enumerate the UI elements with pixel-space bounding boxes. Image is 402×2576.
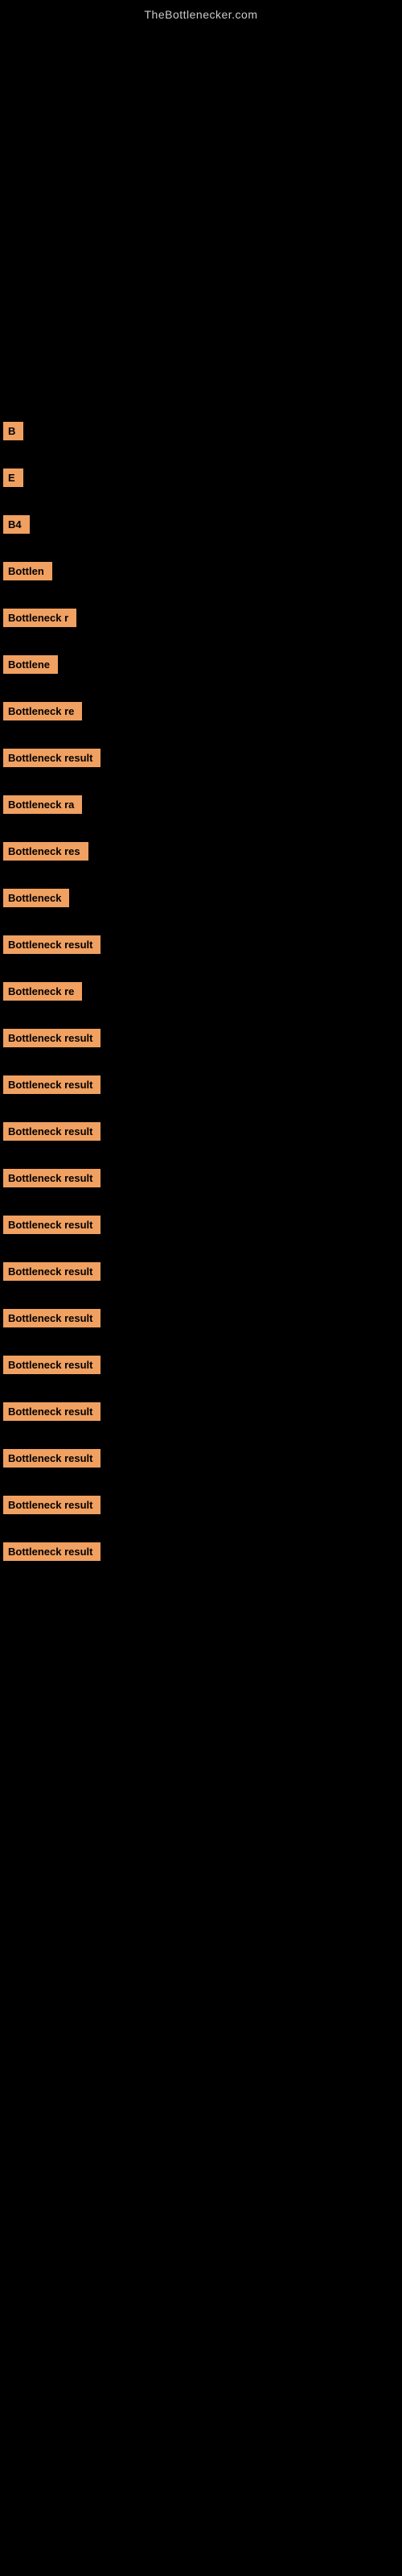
result-item-15: Bottleneck result xyxy=(0,1075,402,1100)
result-item-25: Bottleneck result xyxy=(0,1542,402,1567)
result-label-7: Bottleneck re xyxy=(3,702,82,720)
result-item-7: Bottleneck re xyxy=(0,702,402,726)
result-item-11: Bottleneck xyxy=(0,889,402,913)
result-label-5: Bottleneck r xyxy=(3,609,76,627)
result-label-20: Bottleneck result xyxy=(3,1309,100,1327)
result-item-18: Bottleneck result xyxy=(0,1216,402,1240)
site-title: TheBottlenecker.com xyxy=(0,0,402,27)
result-item-2: E xyxy=(0,469,402,493)
result-item-3: B4 xyxy=(0,515,402,539)
result-label-21: Bottleneck result xyxy=(3,1356,100,1374)
result-label-2: E xyxy=(3,469,23,487)
result-label-24: Bottleneck result xyxy=(3,1496,100,1514)
result-item-1: B xyxy=(0,422,402,446)
result-item-5: Bottleneck r xyxy=(0,609,402,633)
result-label-19: Bottleneck result xyxy=(3,1262,100,1281)
result-item-14: Bottleneck result xyxy=(0,1029,402,1053)
result-item-13: Bottleneck re xyxy=(0,982,402,1006)
top-black-area xyxy=(0,27,402,414)
result-item-4: Bottlen xyxy=(0,562,402,586)
result-label-23: Bottleneck result xyxy=(3,1449,100,1468)
result-label-22: Bottleneck result xyxy=(3,1402,100,1421)
result-label-25: Bottleneck result xyxy=(3,1542,100,1561)
result-item-9: Bottleneck ra xyxy=(0,795,402,819)
result-label-13: Bottleneck re xyxy=(3,982,82,1001)
result-label-8: Bottleneck result xyxy=(3,749,100,767)
result-label-9: Bottleneck ra xyxy=(3,795,82,814)
result-label-1: B xyxy=(3,422,23,440)
result-label-15: Bottleneck result xyxy=(3,1075,100,1094)
result-label-6: Bottlene xyxy=(3,655,58,674)
result-item-16: Bottleneck result xyxy=(0,1122,402,1146)
result-label-18: Bottleneck result xyxy=(3,1216,100,1234)
results-section: B E B4 Bottlen Bottleneck r Bottlene Bot… xyxy=(0,414,402,1567)
result-item-19: Bottleneck result xyxy=(0,1262,402,1286)
result-item-22: Bottleneck result xyxy=(0,1402,402,1426)
result-item-12: Bottleneck result xyxy=(0,935,402,960)
result-item-23: Bottleneck result xyxy=(0,1449,402,1473)
result-label-17: Bottleneck result xyxy=(3,1169,100,1187)
result-item-6: Bottlene xyxy=(0,655,402,679)
result-label-3: B4 xyxy=(3,515,30,534)
result-item-20: Bottleneck result xyxy=(0,1309,402,1333)
result-label-11: Bottleneck xyxy=(3,889,69,907)
result-label-16: Bottleneck result xyxy=(3,1122,100,1141)
result-label-4: Bottlen xyxy=(3,562,52,580)
result-item-24: Bottleneck result xyxy=(0,1496,402,1520)
result-label-12: Bottleneck result xyxy=(3,935,100,954)
result-label-14: Bottleneck result xyxy=(3,1029,100,1047)
result-item-10: Bottleneck res xyxy=(0,842,402,866)
result-item-17: Bottleneck result xyxy=(0,1169,402,1193)
result-item-21: Bottleneck result xyxy=(0,1356,402,1380)
result-item-8: Bottleneck result xyxy=(0,749,402,773)
result-label-10: Bottleneck res xyxy=(3,842,88,861)
